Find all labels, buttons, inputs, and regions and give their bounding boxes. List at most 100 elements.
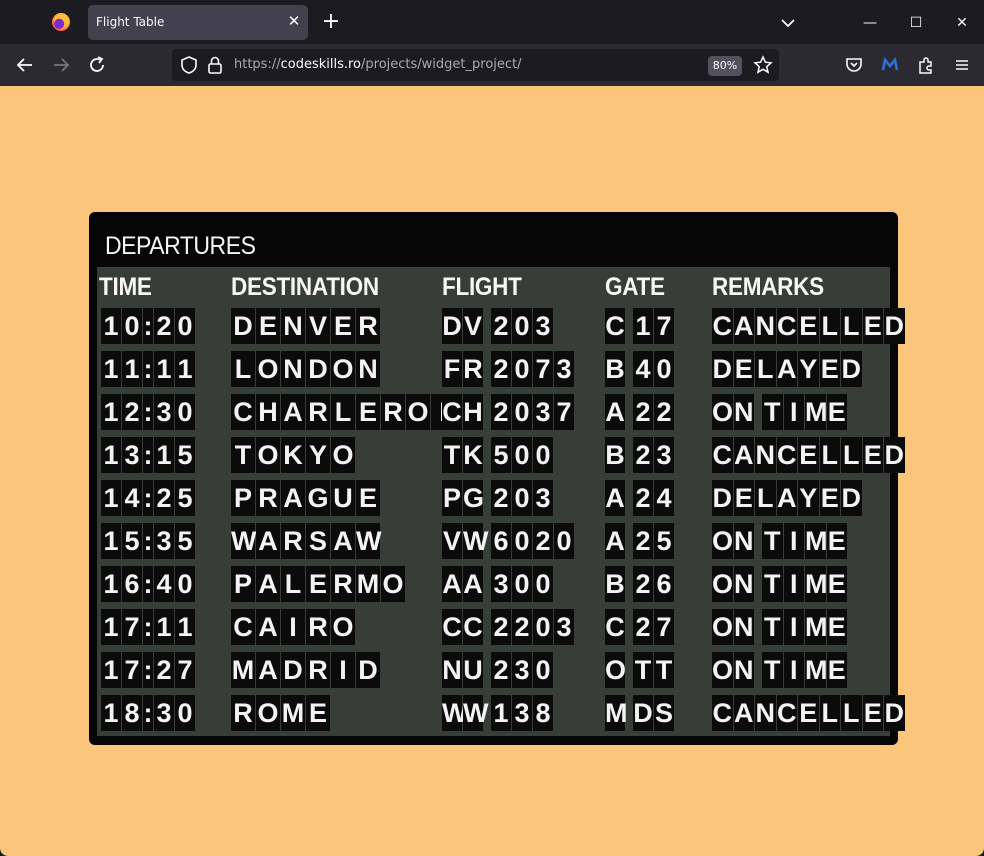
bookmark-star-icon[interactable] <box>752 54 774 76</box>
extension-m-icon[interactable] <box>879 54 901 76</box>
cell-destination: MADRID <box>231 652 380 688</box>
flap-char: Y <box>798 480 819 516</box>
flap-char: D <box>442 308 462 344</box>
flap-char: 2 <box>633 566 653 602</box>
flap-char: O <box>331 609 355 645</box>
flap-char: 1 <box>101 308 121 344</box>
flap-char: 1 <box>175 351 195 387</box>
tab-flight-table[interactable]: Flight Table ✕ <box>88 5 308 40</box>
reload-icon[interactable] <box>86 54 108 76</box>
flap-char: E <box>733 351 754 387</box>
cell-time: 12:30 <box>101 394 195 430</box>
cell-time: 18:30 <box>101 695 195 731</box>
flap-char: A <box>605 480 625 516</box>
cell-gate: A24 <box>605 480 674 516</box>
flap-char: O <box>331 437 355 473</box>
flap-char: E <box>819 480 840 516</box>
header-remarks: REMARKS <box>712 273 824 301</box>
flap-char: 3 <box>154 394 174 430</box>
cell-gate: B40 <box>605 351 674 387</box>
flap-char: 8 <box>122 695 142 731</box>
lock-icon[interactable] <box>204 54 226 76</box>
flap-char: 0 <box>512 523 532 559</box>
cell-destination: WARSAW <box>231 523 381 559</box>
flap-char: 4 <box>154 566 174 602</box>
flap-char: E <box>306 566 330 602</box>
flap-char: T <box>762 523 783 559</box>
pocket-icon[interactable] <box>843 54 865 76</box>
flap-char: 0 <box>512 566 532 602</box>
zoom-indicator[interactable]: 80% <box>708 56 742 76</box>
flap-char: O <box>712 566 733 602</box>
flap-char: R <box>463 351 483 387</box>
flap-char: 3 <box>654 437 674 473</box>
flap-char: C <box>712 437 733 473</box>
close-window-icon[interactable]: ✕ <box>950 11 974 35</box>
minimize-icon[interactable]: — <box>858 11 882 35</box>
new-tab-icon[interactable]: + <box>318 9 344 35</box>
cell-remarks: ONTIME <box>712 609 847 645</box>
flap-char: 3 <box>491 566 511 602</box>
flap-char: E <box>798 308 819 344</box>
flap-char: I <box>783 394 804 430</box>
flap-char: E <box>826 566 847 602</box>
cell-flight: PG203 <box>442 480 553 516</box>
flap-char: 3 <box>512 695 532 731</box>
flap-char: N <box>733 523 754 559</box>
url-text[interactable]: https://codeskills.ro/projects/widget_pr… <box>234 57 522 72</box>
flap-char: C <box>442 609 462 645</box>
flap-char: C <box>605 308 625 344</box>
flap-char: 1 <box>154 609 174 645</box>
flap-char: 2 <box>154 308 174 344</box>
menu-hamburger-icon[interactable] <box>951 54 973 76</box>
close-tab-icon[interactable]: ✕ <box>284 11 304 31</box>
flap-char: N <box>755 695 776 731</box>
flap-char: M <box>805 566 828 602</box>
flap-char: C <box>776 437 797 473</box>
flap-char: E <box>733 480 754 516</box>
flap-char: E <box>306 695 330 731</box>
flap-char: 5 <box>122 523 142 559</box>
list-all-tabs-icon[interactable] <box>776 11 800 35</box>
flap-char: A <box>442 566 462 602</box>
flap-char: 1 <box>101 523 121 559</box>
flap-char <box>484 480 490 516</box>
extensions-puzzle-icon[interactable] <box>915 54 937 76</box>
flap-char: F <box>442 351 462 387</box>
maximize-icon[interactable]: ☐ <box>904 11 928 35</box>
flap-char: Y <box>798 351 819 387</box>
flap-char: 1 <box>491 695 511 731</box>
flap-char: A <box>256 609 280 645</box>
flap-char: R <box>306 394 330 430</box>
flap-char: R <box>306 609 330 645</box>
url-bar[interactable]: https://codeskills.ro/projects/widget_pr… <box>172 49 779 81</box>
flap-char: A <box>281 480 305 516</box>
forward-icon[interactable] <box>50 54 72 76</box>
flap-char: 7 <box>654 609 674 645</box>
flap-char: 0 <box>512 308 532 344</box>
cell-destination: TOKYO <box>231 437 355 473</box>
flap-char <box>626 351 632 387</box>
flap-char: D <box>356 652 380 688</box>
flight-table: TIME DESTINATION FLIGHT GATE REMARKS 10:… <box>97 267 905 736</box>
header-time: TIME <box>99 273 152 301</box>
shield-icon[interactable] <box>178 54 200 76</box>
flap-char: N <box>281 308 305 344</box>
flap-char: W <box>463 523 488 559</box>
flap-char: D <box>281 652 305 688</box>
flap-char: 0 <box>533 652 553 688</box>
flap-char: A <box>733 308 754 344</box>
flap-char: A <box>331 523 355 559</box>
flap-char: V <box>463 308 483 344</box>
flap-char: D <box>884 308 905 344</box>
back-icon[interactable] <box>14 54 36 76</box>
flap-char: A <box>605 523 625 559</box>
flap-char <box>626 394 632 430</box>
flap-char: 2 <box>122 394 142 430</box>
flap-char: L <box>841 437 862 473</box>
flap-char <box>626 609 632 645</box>
flap-char: R <box>256 480 280 516</box>
flap-char: B <box>605 351 625 387</box>
flap-char: A <box>463 566 483 602</box>
cell-gate: OTT <box>605 652 674 688</box>
